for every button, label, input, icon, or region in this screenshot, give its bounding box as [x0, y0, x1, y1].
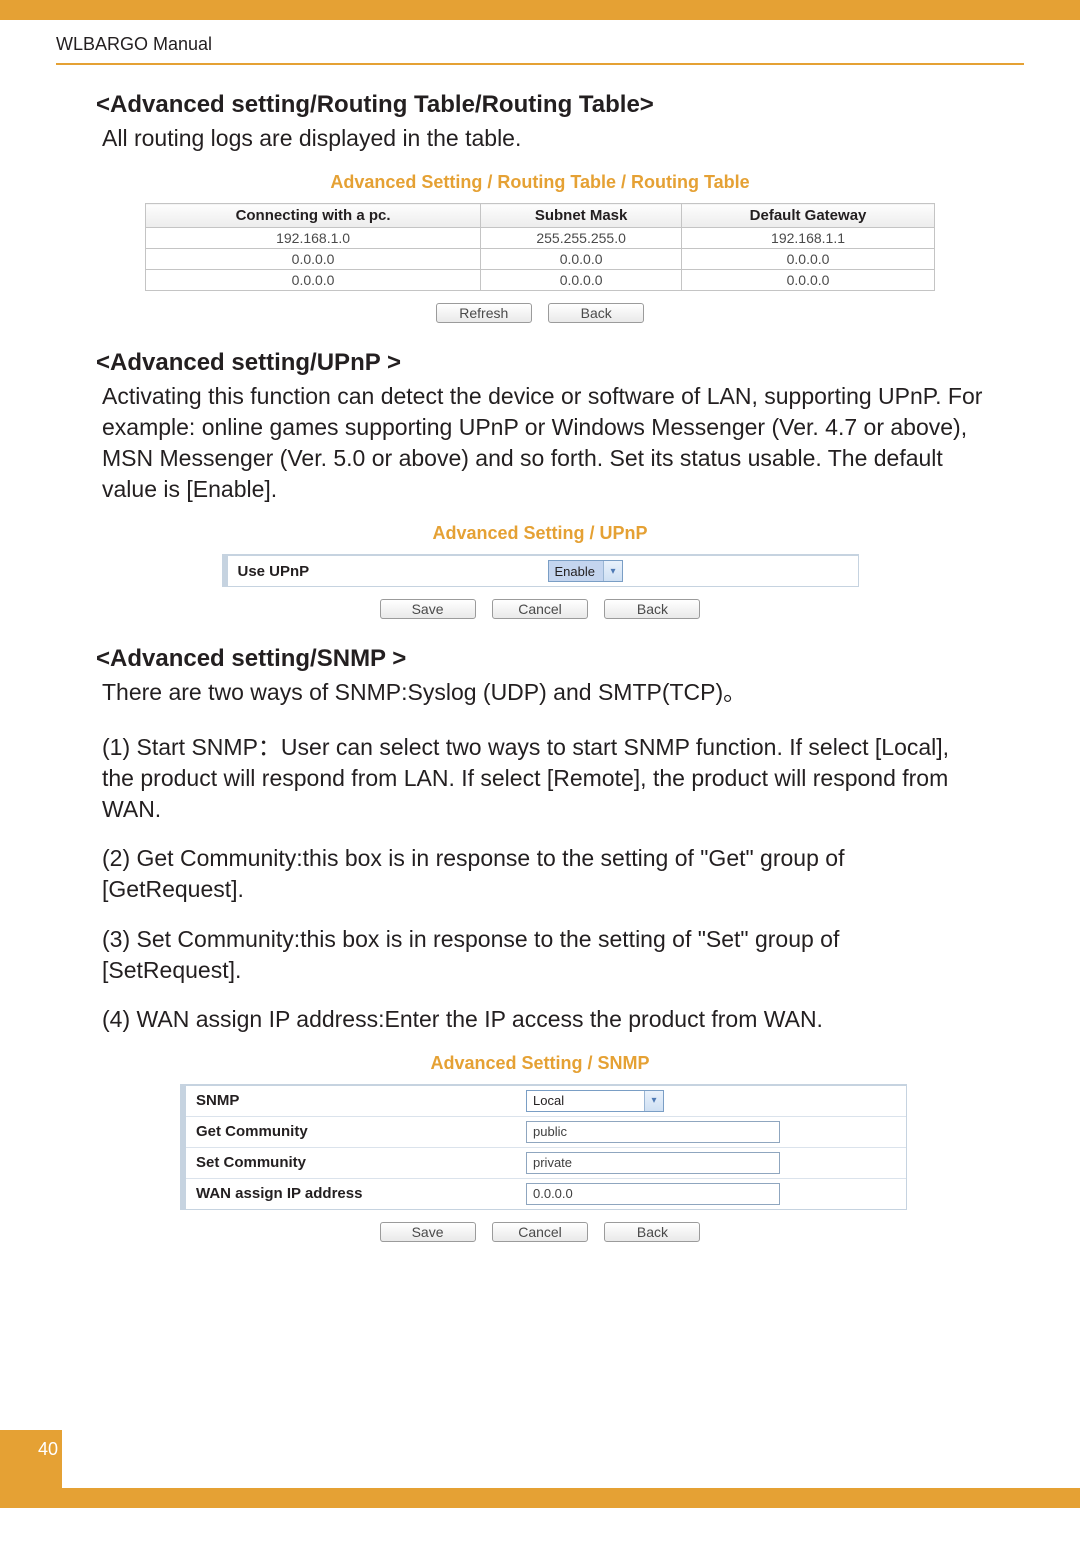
snmp-row-label: WAN assign IP address	[186, 1181, 522, 1206]
snmp-item-4: (4) WAN assign IP address:Enter the IP a…	[102, 1004, 984, 1035]
upnp-select[interactable]: Enable ▾	[548, 560, 623, 582]
save-button[interactable]: Save	[380, 599, 476, 619]
routing-body: All routing logs are displayed in the ta…	[102, 123, 984, 154]
routing-col-2: Default Gateway	[682, 204, 935, 228]
snmp-item-3: (3) Set Community:this box is in respons…	[102, 924, 984, 986]
refresh-button[interactable]: Refresh	[436, 303, 532, 323]
upnp-body: Activating this function can detect the …	[102, 381, 984, 505]
snmp-item-1: (1) Start SNMP：User can select two ways …	[102, 732, 984, 825]
chevron-down-icon: ▾	[644, 1091, 663, 1111]
snmp-panel-title: Advanced Setting / SNMP	[96, 1053, 984, 1074]
upnp-select-value: Enable	[555, 564, 595, 579]
manual-title: WLBARGO Manual	[56, 20, 1024, 65]
back-button[interactable]: Back	[604, 1222, 700, 1242]
set-community-input[interactable]: private	[526, 1152, 780, 1174]
back-button[interactable]: Back	[604, 599, 700, 619]
routing-table: Connecting with a pc. Subnet Mask Defaul…	[145, 203, 935, 291]
save-button[interactable]: Save	[380, 1222, 476, 1242]
cancel-button[interactable]: Cancel	[492, 599, 588, 619]
upnp-panel-title: Advanced Setting / UPnP	[96, 523, 984, 544]
snmp-heading: <Advanced setting/SNMP >	[96, 645, 984, 673]
routing-panel-title: Advanced Setting / Routing Table / Routi…	[96, 172, 984, 193]
back-button[interactable]: Back	[548, 303, 644, 323]
routing-col-1: Subnet Mask	[481, 204, 682, 228]
snmp-panel: SNMP Local ▾ Get Community public	[180, 1084, 907, 1210]
routing-col-0: Connecting with a pc.	[146, 204, 481, 228]
upnp-row-label: Use UPnP	[228, 559, 544, 584]
wan-ip-input[interactable]: 0.0.0.0	[526, 1183, 780, 1205]
snmp-select[interactable]: Local ▾	[526, 1090, 664, 1112]
table-row: 0.0.0.0 0.0.0.0 0.0.0.0	[146, 270, 935, 291]
snmp-select-value: Local	[533, 1093, 636, 1108]
snmp-row-label: SNMP	[186, 1088, 522, 1113]
table-row: 192.168.1.0 255.255.255.0 192.168.1.1	[146, 228, 935, 249]
page-number: 40	[38, 1439, 58, 1460]
upnp-heading: <Advanced setting/UPnP >	[96, 349, 984, 377]
snmp-row-label: Get Community	[186, 1119, 522, 1144]
snmp-row-label: Set Community	[186, 1150, 522, 1175]
upnp-panel: Use UPnP Enable ▾	[222, 554, 859, 587]
get-community-input[interactable]: public	[526, 1121, 780, 1143]
table-row: 0.0.0.0 0.0.0.0 0.0.0.0	[146, 249, 935, 270]
snmp-item-2: (2) Get Community:this box is in respons…	[102, 843, 984, 905]
cancel-button[interactable]: Cancel	[492, 1222, 588, 1242]
snmp-intro: There are two ways of SNMP:Syslog (UDP) …	[102, 677, 984, 708]
chevron-down-icon: ▾	[603, 561, 622, 581]
routing-heading: <Advanced setting/Routing Table/Routing …	[96, 91, 984, 119]
